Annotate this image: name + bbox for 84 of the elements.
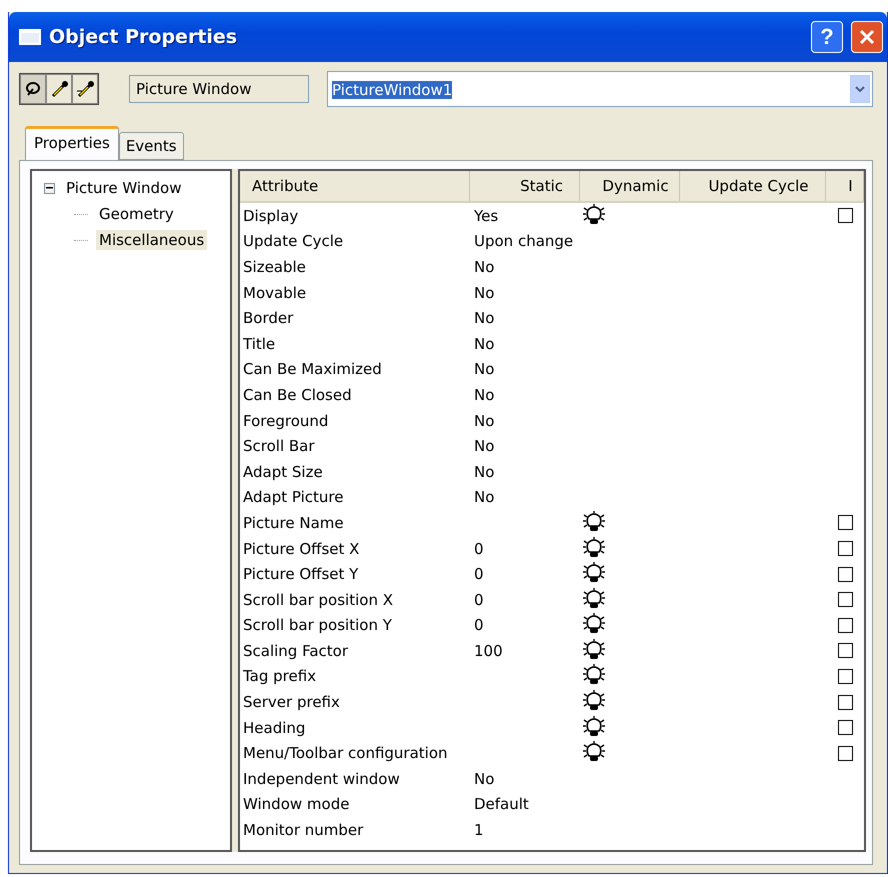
column-header[interactable]: Attribute bbox=[240, 171, 470, 201]
static-value-cell-text: 0 bbox=[473, 616, 485, 634]
static-value-cell-text: No bbox=[473, 386, 496, 404]
collapse-toggle[interactable] bbox=[44, 182, 55, 194]
checkbox[interactable] bbox=[838, 643, 852, 658]
static-value-cell-text: No bbox=[473, 360, 496, 378]
dropdown-arrow-button[interactable] bbox=[850, 75, 870, 103]
static-value-cell-text: No bbox=[473, 334, 496, 353]
attribute-cell-text: Display bbox=[242, 206, 300, 225]
close-button[interactable] bbox=[851, 21, 883, 53]
static-value-cell-text: 1 bbox=[473, 821, 485, 840]
tab[interactable]: Properties bbox=[25, 126, 119, 160]
checkbox[interactable] bbox=[838, 541, 852, 556]
static-value-cell-text: No bbox=[473, 770, 496, 788]
tab[interactable]: Events bbox=[118, 132, 184, 160]
attribute-cell-text: Foreground bbox=[242, 412, 330, 430]
help-button[interactable]: ? bbox=[811, 21, 843, 53]
static-value-cell-text: No bbox=[473, 258, 496, 276]
attribute-cell-text: Scroll bar position Y bbox=[242, 616, 393, 634]
checkbox[interactable] bbox=[838, 592, 852, 608]
chevron-down-icon bbox=[855, 86, 865, 92]
static-value-cell-text: No bbox=[473, 462, 496, 481]
attribute-cell-text: Scaling Factor bbox=[242, 642, 350, 660]
splitter[interactable] bbox=[230, 169, 238, 852]
static-value-cell-text: Default bbox=[473, 795, 530, 814]
window-icon bbox=[19, 29, 41, 45]
lasso-icon bbox=[24, 81, 42, 97]
static-value-cell-text: No bbox=[473, 284, 496, 302]
pipette-tool-button[interactable] bbox=[46, 74, 72, 104]
column-header[interactable]: Dynamic bbox=[580, 171, 680, 201]
pipette-icon bbox=[49, 79, 69, 99]
tree-item[interactable]: Miscellaneous bbox=[96, 230, 208, 250]
column-header[interactable]: Update Cycle bbox=[680, 171, 826, 201]
attribute-cell-text: Picture Offset Y bbox=[242, 565, 360, 584]
attribute-cell-text: Menu/Toolbar configuration bbox=[242, 744, 449, 762]
attribute-cell-text: Adapt Picture bbox=[242, 488, 344, 506]
static-value-cell-text: No bbox=[473, 412, 496, 430]
static-value-cell-text: 100 bbox=[473, 642, 504, 660]
attribute-cell-text: Heading bbox=[242, 718, 306, 737]
attribute-cell-text: Can Be Closed bbox=[242, 386, 353, 404]
static-value-cell-text: 0 bbox=[473, 565, 485, 584]
attribute-cell-text: Picture Offset X bbox=[242, 540, 360, 558]
attribute-cell-text: Border bbox=[242, 309, 294, 328]
attribute-cell-text: Tag prefix bbox=[242, 667, 318, 686]
attribute-cell-text: Server prefix bbox=[242, 693, 341, 712]
attribute-cell-text: Update Cycle bbox=[242, 232, 344, 250]
attribute-cell-text: Adapt Size bbox=[242, 462, 324, 481]
close-icon bbox=[859, 29, 875, 45]
checkbox[interactable] bbox=[838, 720, 852, 736]
checkbox[interactable] bbox=[838, 694, 852, 710]
column-header[interactable]: I bbox=[826, 171, 864, 201]
attribute-cell-text: Title bbox=[242, 334, 276, 353]
column-header[interactable]: Static bbox=[470, 171, 580, 201]
attribute-cell-text: Picture Name bbox=[242, 514, 345, 532]
attribute-cell-text: Independent window bbox=[242, 770, 401, 788]
static-value-cell-text: Yes bbox=[473, 206, 500, 225]
tree-item[interactable]: Geometry bbox=[96, 204, 177, 224]
checkbox[interactable] bbox=[838, 618, 852, 633]
static-value-cell-text: No bbox=[473, 437, 496, 456]
attribute-cell-text: Can Be Maximized bbox=[242, 360, 383, 378]
attribute-cell-text: Scroll Bar bbox=[242, 437, 316, 456]
attribute-cell-text: Sizeable bbox=[242, 258, 307, 276]
pipette-tool-button[interactable] bbox=[72, 74, 98, 104]
static-value-cell-text: 0 bbox=[473, 590, 485, 609]
object-type-label: Picture Window bbox=[129, 75, 309, 103]
attribute-cell-text: Window mode bbox=[242, 795, 350, 814]
checkbox[interactable] bbox=[838, 668, 852, 684]
checkbox[interactable] bbox=[838, 746, 852, 761]
tree-item[interactable]: Picture Window bbox=[63, 178, 184, 198]
object-name-dropdown[interactable]: PictureWindow1 bbox=[327, 71, 873, 107]
window-title: Object Properties bbox=[49, 26, 238, 48]
checkbox[interactable] bbox=[838, 208, 852, 224]
static-value-cell-text: No bbox=[473, 488, 496, 506]
attribute-cell-text: Movable bbox=[242, 284, 308, 302]
pipette-icon bbox=[75, 79, 95, 99]
pin-tool-button[interactable] bbox=[20, 74, 46, 104]
static-value-cell-text: Upon change bbox=[473, 232, 574, 250]
attribute-cell-text: Monitor number bbox=[242, 821, 364, 840]
minus-icon bbox=[46, 187, 53, 189]
static-value-cell-text: 0 bbox=[473, 540, 485, 558]
attribute-cell-text: Scroll bar position X bbox=[242, 590, 394, 609]
checkbox[interactable] bbox=[838, 566, 852, 582]
checkbox[interactable] bbox=[838, 515, 852, 530]
static-value-cell-text: No bbox=[473, 309, 496, 328]
